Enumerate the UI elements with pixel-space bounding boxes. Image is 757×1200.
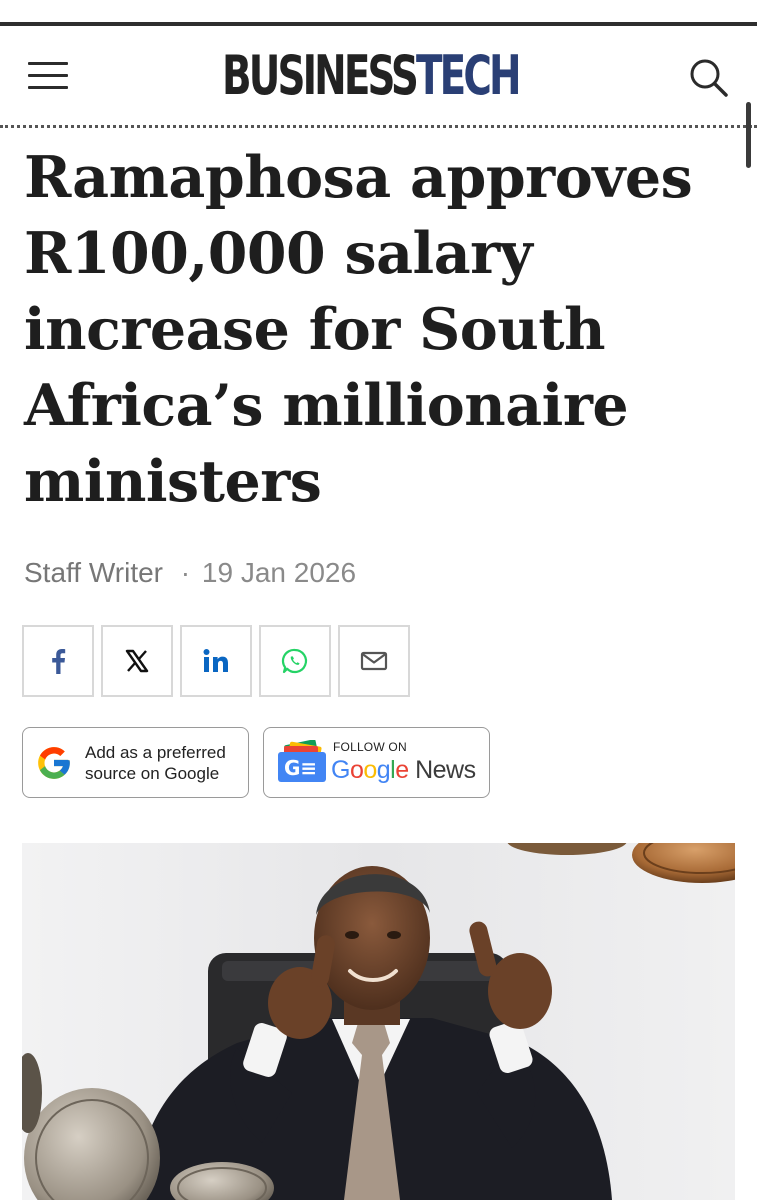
wordmark-letter: G bbox=[331, 756, 350, 784]
google-g-icon bbox=[38, 747, 70, 779]
article-byline: Staff Writer · 19 Jan 2026 bbox=[24, 556, 356, 590]
byline-separator: · bbox=[180, 557, 191, 588]
google-news-wordmark: Google News bbox=[331, 755, 476, 785]
search-icon[interactable] bbox=[686, 56, 730, 100]
logo-tech: TECH bbox=[415, 44, 522, 107]
preferred-source-label: Add as a preferred source on Google bbox=[85, 742, 226, 784]
share-email-button[interactable] bbox=[338, 625, 410, 697]
status-bar-area bbox=[0, 0, 757, 22]
whatsapp-icon bbox=[281, 648, 308, 674]
share-linkedin-button[interactable] bbox=[180, 625, 252, 697]
headline-line: ministers bbox=[24, 448, 322, 515]
wordmark-letter: o bbox=[363, 756, 377, 784]
headline-line: Africa’s millionaire bbox=[24, 372, 629, 439]
headline-line: increase for South bbox=[24, 296, 606, 363]
headline-line: Ramaphosa approves bbox=[24, 144, 693, 211]
follow-google-news-button[interactable]: G≡ FOLLOW ON Google News bbox=[263, 727, 490, 798]
header-divider bbox=[0, 125, 757, 128]
share-whatsapp-button[interactable] bbox=[259, 625, 331, 697]
wordmark-news: News bbox=[415, 756, 476, 784]
hamburger-menu-icon[interactable] bbox=[28, 60, 70, 92]
publish-date: 19 Jan 2026 bbox=[201, 557, 357, 588]
email-icon bbox=[360, 651, 388, 671]
share-facebook-button[interactable] bbox=[22, 625, 94, 697]
news-badge-text: G≡ bbox=[284, 756, 317, 780]
google-news-icon: G≡ bbox=[278, 740, 326, 782]
share-x-button[interactable] bbox=[101, 625, 173, 697]
wordmark-letter: g bbox=[376, 756, 391, 784]
author-link[interactable]: Staff Writer bbox=[24, 557, 163, 588]
logo-business: BUSINESS bbox=[222, 44, 419, 107]
follow-on-label: FOLLOW ON bbox=[333, 740, 407, 754]
google-preferred-source-button[interactable]: Add as a preferred source on Google bbox=[22, 727, 249, 798]
article-headline: Ramaphosa approves R100,000 salary incre… bbox=[24, 140, 714, 520]
x-icon bbox=[125, 649, 149, 673]
scrollbar[interactable] bbox=[746, 102, 751, 168]
preferred-line-1: Add as a preferred bbox=[85, 743, 226, 762]
site-header: BUSINESSTECH bbox=[0, 26, 757, 126]
wordmark-letter: o bbox=[349, 756, 364, 784]
wordmark-letter: e bbox=[395, 756, 409, 784]
linkedin-icon bbox=[203, 649, 228, 672]
article-hero-image bbox=[22, 843, 735, 1200]
headline-line: R100,000 salary bbox=[24, 220, 533, 287]
facebook-icon bbox=[52, 649, 66, 674]
site-logo[interactable]: BUSINESSTECH bbox=[222, 44, 522, 107]
preferred-line-2: source on Google bbox=[85, 764, 220, 783]
